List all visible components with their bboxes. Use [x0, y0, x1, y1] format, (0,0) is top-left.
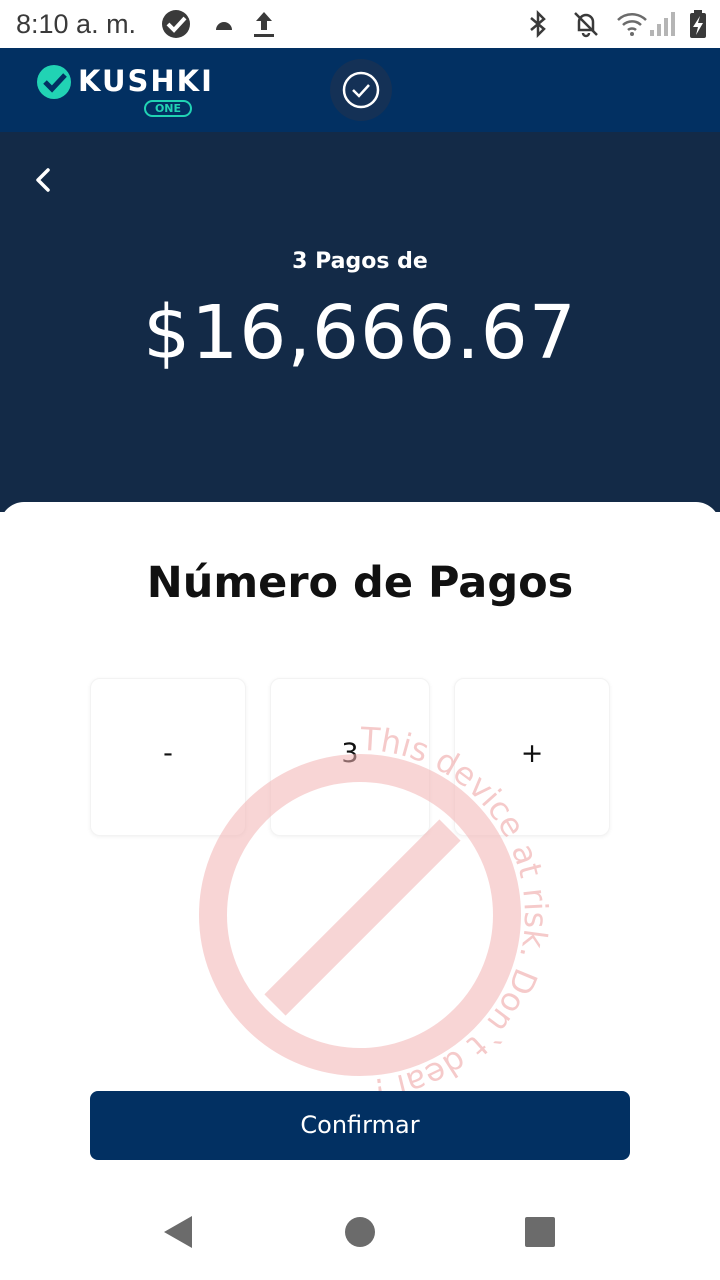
notifications-off-icon — [574, 12, 598, 38]
installment-amount: $16,666.67 — [143, 290, 577, 376]
increment-label: + — [520, 738, 544, 769]
confirm-button[interactable]: Confirmar — [90, 1091, 630, 1160]
android-icon — [216, 22, 232, 30]
kushki-app-icon — [162, 10, 190, 38]
logo-text: KUSHKI — [78, 64, 214, 98]
check-circle-icon — [342, 71, 380, 109]
installments-value: 3 — [341, 738, 359, 769]
logo-badge: ONE — [144, 100, 192, 117]
kushki-logo-icon — [37, 65, 71, 99]
decrement-label: - — [163, 738, 173, 769]
sheet-title: Número de Pagos — [146, 558, 574, 608]
home-circle-icon[interactable] — [340, 1212, 380, 1252]
battery-charging-icon — [690, 10, 706, 38]
status-time: 8:10 a. m. — [16, 9, 137, 39]
chevron-left-icon — [36, 168, 50, 192]
header-check-badge — [330, 59, 392, 121]
signal-icon — [650, 12, 675, 36]
back-triangle-icon[interactable] — [158, 1212, 198, 1252]
wifi-icon — [617, 13, 647, 36]
status-bar: 8:10 a. m. — [0, 0, 720, 48]
recents-square-icon[interactable] — [520, 1212, 560, 1252]
upload-icon — [254, 12, 274, 37]
back-button[interactable] — [26, 162, 62, 198]
bluetooth-icon — [530, 9, 546, 39]
installments-label: 3 Pagos de — [292, 249, 428, 274]
kushki-logo: KUSHKI ONE — [36, 64, 212, 120]
